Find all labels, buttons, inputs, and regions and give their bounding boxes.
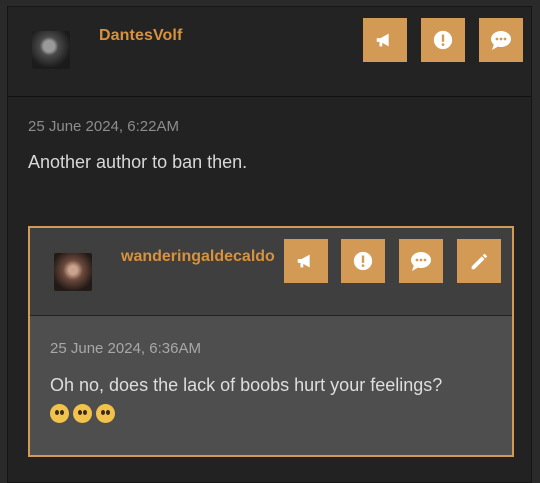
reply-username[interactable]: wanderingaldecaldo — [121, 248, 275, 266]
megaphone-icon — [376, 33, 389, 47]
reply-shout-button[interactable] — [284, 239, 328, 283]
reply-report-button[interactable] — [341, 239, 385, 283]
user-avatar[interactable] — [32, 31, 70, 69]
comment-card: DantesVolf 25 June 2024, 6:22AM Another … — [7, 6, 532, 483]
reply-timestamp: 25 June 2024, 6:36AM — [50, 340, 201, 357]
comment-text: Another author to ban then. — [28, 152, 248, 172]
reply-edit-button[interactable] — [457, 239, 501, 283]
pencil-icon — [471, 253, 488, 270]
chat-icon — [411, 252, 431, 271]
exclamation-icon — [433, 30, 453, 50]
comment-header: DantesVolf — [8, 7, 531, 97]
reply-body: 25 June 2024, 6:36AM Oh no, does the lac… — [30, 316, 512, 455]
reply-user-avatar[interactable] — [54, 253, 92, 291]
shout-button[interactable] — [363, 18, 407, 62]
reply-text-block: Oh no, does the lack of boobs hurt your … — [50, 371, 442, 429]
report-button[interactable] — [421, 18, 465, 62]
pleading-face-icon — [73, 404, 92, 423]
reply-text: Oh no, does the lack of boobs hurt your … — [50, 375, 443, 395]
reply-button[interactable] — [479, 18, 523, 62]
pleading-face-icon — [96, 404, 115, 423]
comment-timestamp: 25 June 2024, 6:22AM — [28, 118, 179, 135]
reply-header: wanderingaldecaldo — [30, 228, 512, 316]
megaphone-icon — [297, 254, 310, 268]
reply-reply-button[interactable] — [399, 239, 443, 283]
pleading-face-icon — [50, 404, 69, 423]
chat-icon — [491, 31, 511, 50]
exclamation-icon — [353, 251, 373, 271]
username[interactable]: DantesVolf — [99, 27, 182, 45]
reply-card: wanderingaldecaldo 25 June 2024, 6:36AM … — [28, 226, 514, 457]
emoji-row — [50, 400, 442, 429]
